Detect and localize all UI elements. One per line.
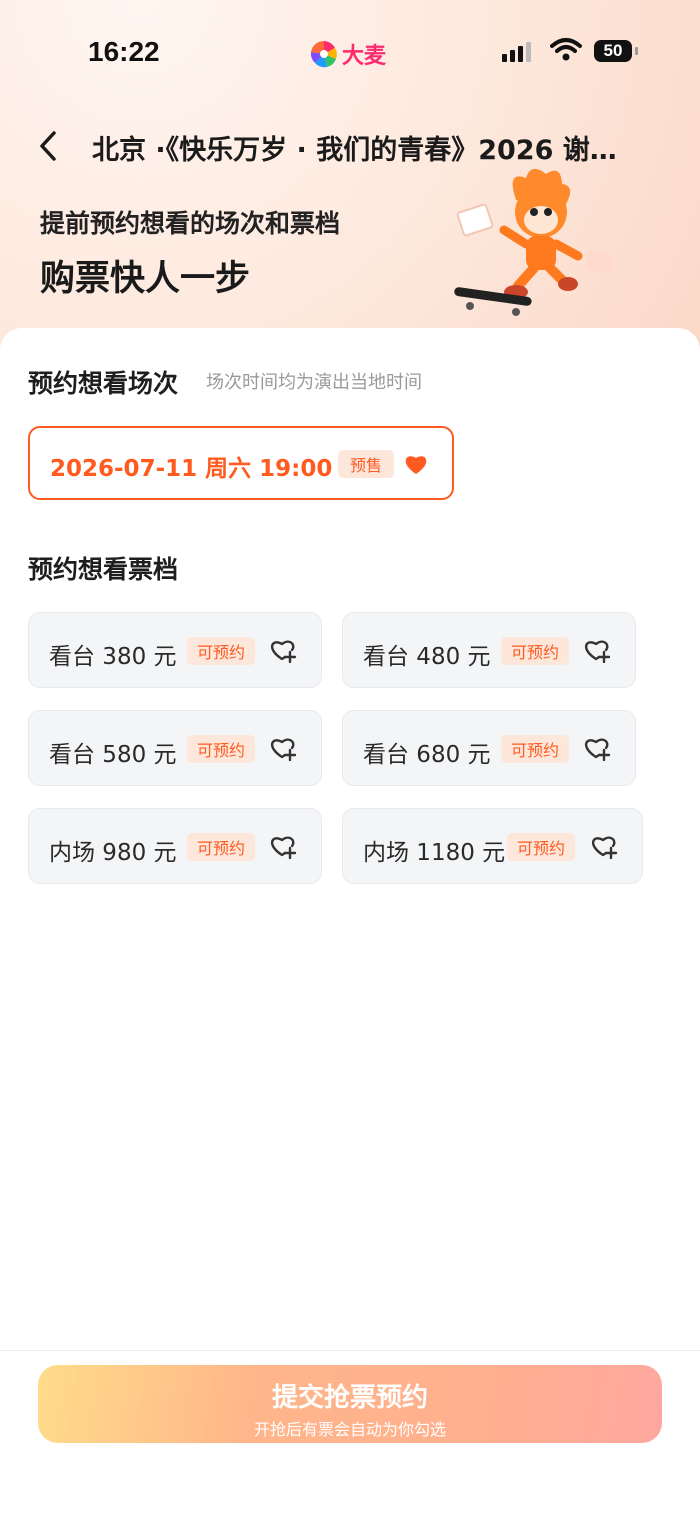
- damai-logo-icon: [310, 40, 337, 68]
- brand-name: 大麦: [342, 44, 387, 69]
- tier-option-3[interactable]: 看台 580 元 可预约: [28, 710, 322, 786]
- tiers-section-title: 预约想看票档: [28, 555, 179, 584]
- brand-logo: 大麦: [310, 38, 386, 70]
- tier-label: 看台 480 元: [363, 644, 491, 670]
- tier-label: 内场 1180 元: [363, 840, 506, 866]
- tier-option-5[interactable]: 内场 980 元 可预约: [28, 808, 322, 884]
- promo-line-1: 提前预约想看的场次和票档: [40, 209, 341, 238]
- submit-hint: 开抢后有票会自动为你勾选: [253, 1420, 446, 1439]
- hero-banner: 16:22 大麦 50 北京 ·《快乐万岁 · 我们的青春》2026 谢… 提前…: [0, 0, 700, 360]
- available-badge: 可预约: [501, 637, 570, 665]
- sessions-section-title: 预约想看场次: [28, 369, 179, 398]
- mascot-illustration: [454, 168, 614, 316]
- tier-option-1[interactable]: 看台 380 元 可预约: [28, 612, 322, 688]
- heart-add-icon[interactable]: [269, 637, 297, 663]
- available-badge: 可预约: [187, 735, 256, 763]
- heart-add-icon[interactable]: [269, 735, 297, 761]
- heart-add-icon[interactable]: [590, 833, 618, 859]
- available-badge: 可预约: [187, 637, 256, 665]
- battery-indicator: 50: [594, 40, 632, 62]
- available-badge: 可预约: [187, 833, 256, 861]
- back-arrow-icon[interactable]: [34, 128, 64, 164]
- presale-badge: 预售: [338, 450, 394, 478]
- session-option-selected[interactable]: 2026-07-11 周六 19:00 预售: [28, 426, 454, 500]
- available-badge: 可预约: [501, 735, 570, 763]
- session-datetime: 2026-07-11 周六 19:00: [50, 456, 333, 482]
- status-bar: 16:22 大麦 50: [0, 36, 700, 72]
- footer-bar: 提交抢票预约 开抢后有票会自动为你勾选: [0, 1350, 700, 1518]
- tier-option-6[interactable]: 内场 1180 元 可预约: [342, 808, 643, 884]
- tier-label: 看台 680 元: [363, 742, 491, 768]
- battery-cap: [635, 47, 638, 55]
- tier-option-2[interactable]: 看台 480 元 可预约: [342, 612, 636, 688]
- tier-label: 看台 580 元: [49, 742, 177, 768]
- submit-label: 提交抢票预约: [271, 1383, 428, 1413]
- status-time: 16:22: [88, 36, 160, 67]
- sessions-section-subtitle: 场次时间均为演出当地时间: [206, 372, 422, 393]
- cellular-signal-icon: [502, 42, 531, 62]
- wifi-icon: [550, 38, 582, 61]
- heart-add-icon[interactable]: [583, 735, 611, 761]
- available-badge: 可预约: [507, 833, 576, 861]
- tier-label: 内场 980 元: [49, 840, 177, 866]
- tier-label: 看台 380 元: [49, 644, 177, 670]
- heart-add-icon[interactable]: [583, 637, 611, 663]
- tier-option-4[interactable]: 看台 680 元 可预约: [342, 710, 636, 786]
- heart-filled-icon[interactable]: [403, 452, 429, 476]
- content-sheet: 预约想看场次 场次时间均为演出当地时间 2026-07-11 周六 19:00 …: [0, 328, 700, 1350]
- heart-add-icon[interactable]: [269, 833, 297, 859]
- promo-line-2: 购票快人一步: [40, 259, 251, 299]
- submit-reservation-button[interactable]: 提交抢票预约 开抢后有票会自动为你勾选: [38, 1365, 662, 1443]
